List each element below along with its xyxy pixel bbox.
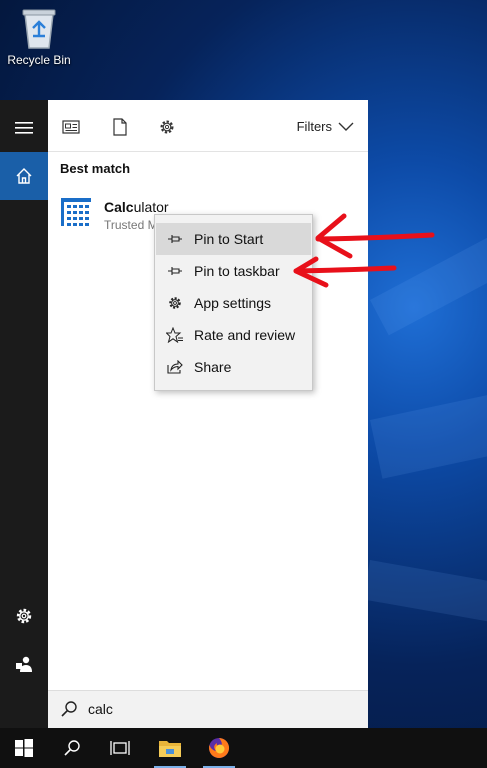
menu-item-share[interactable]: Share [156,351,311,383]
search-toolbar: Filters [48,100,368,152]
user-icon [16,656,32,672]
pin-icon [168,235,182,243]
app-name: Calculator [104,199,169,215]
filters-dropdown[interactable]: Filters [297,119,354,134]
search-box[interactable]: calc [48,690,368,728]
documents-filter-button[interactable] [109,116,131,138]
context-menu: Pin to Start Pin to taskbar App settings… [154,214,313,391]
firefox-taskbar-button[interactable] [195,728,243,768]
task-view-icon [110,741,130,755]
app-name-rest: ulator [133,199,169,215]
wallpaper-light-beam [363,560,487,635]
pin-icon [168,267,182,275]
menu-item-app-settings[interactable]: App settings [156,287,311,319]
search-icon [64,740,80,756]
recycle-bin-icon [22,9,56,49]
home-button[interactable] [0,152,48,200]
file-explorer-icon [159,741,181,757]
menu-item-pin-to-start[interactable]: Pin to Start [156,223,311,255]
start-button[interactable] [0,728,48,768]
best-match-heading: Best match [60,161,131,176]
document-icon [113,118,127,136]
settings-button[interactable] [0,592,48,640]
start-menu-rail [0,100,48,728]
hamburger-menu-button[interactable] [0,104,48,152]
taskbar [0,728,487,768]
wallpaper-light-beam [370,378,487,479]
menu-item-pin-to-taskbar[interactable]: Pin to taskbar [156,255,311,287]
search-results-panel: Filters Best match Calculator Trusted Mi… [48,100,368,728]
windows-start-icon [15,739,33,757]
user-button[interactable] [0,640,48,688]
filters-label: Filters [296,119,332,134]
star-icon [166,327,183,343]
news-icon [62,120,80,134]
wallpaper-light-beam [370,206,487,336]
menu-item-label: Share [194,359,232,375]
settings-filter-button[interactable] [156,116,178,138]
gear-icon [169,297,181,309]
gear-icon [160,120,174,134]
menu-item-label: Pin to Start [194,231,264,247]
hamburger-icon [15,122,33,134]
menu-item-label: App settings [194,295,272,311]
calculator-icon [61,198,91,226]
recycle-bin-desktop-icon[interactable]: Recycle Bin [4,6,74,67]
search-icon [61,701,77,717]
menu-item-rate-and-review[interactable]: Rate and review [156,319,311,351]
menu-item-label: Pin to taskbar [194,263,280,279]
chevron-down-icon [338,122,354,131]
menu-item-label: Rate and review [194,327,296,343]
app-name-match: Calc [104,199,134,215]
file-explorer-taskbar-button[interactable] [146,728,194,768]
home-icon [16,168,32,184]
task-view-button[interactable] [96,728,144,768]
search-input[interactable]: calc [88,701,113,717]
share-icon [167,360,183,374]
taskbar-search-button[interactable] [48,728,96,768]
recycle-bin-label: Recycle Bin [7,53,71,67]
news-filter-button[interactable] [60,116,82,138]
firefox-icon [209,737,230,758]
settings-icon [16,608,32,624]
